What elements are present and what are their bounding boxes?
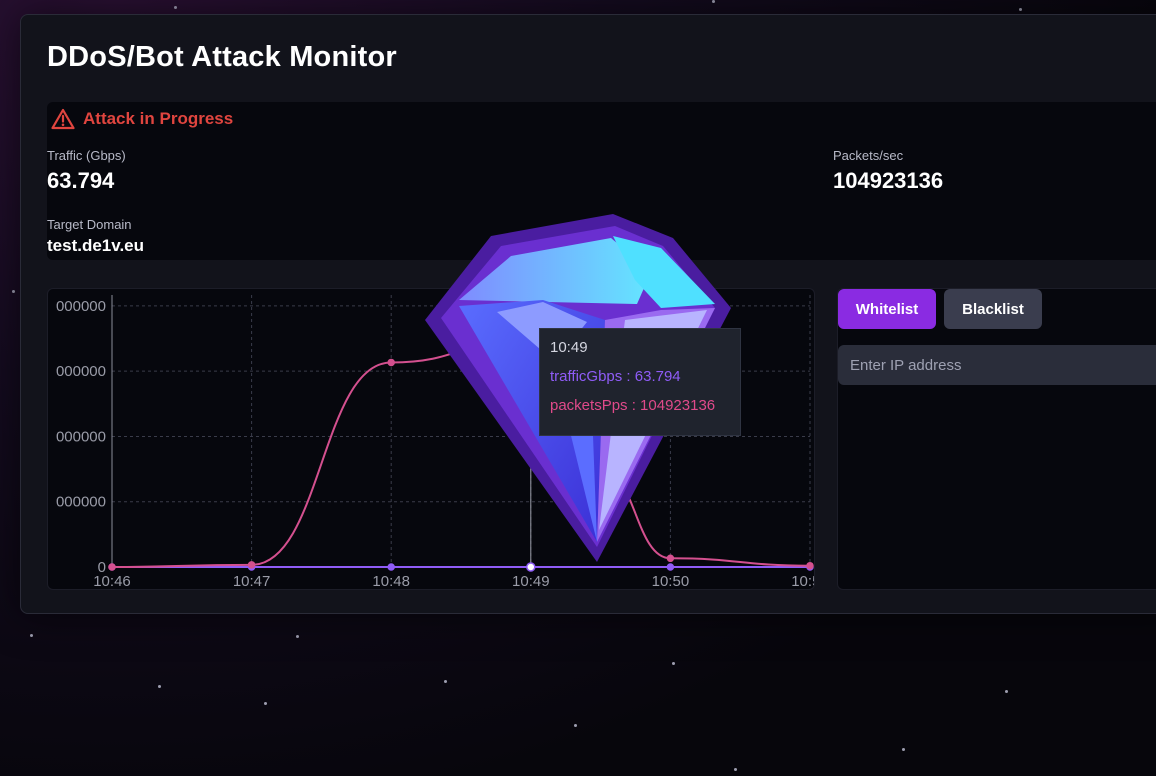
star xyxy=(158,685,161,688)
traffic-value: 63.794 xyxy=(47,168,115,193)
packets-value: 104923136 xyxy=(833,168,944,193)
chart-tooltip: 10:49 trafficGbps : 63.794 packetsPps : … xyxy=(539,328,741,436)
warning-icon xyxy=(51,108,75,130)
x-tick-label: 10:50 xyxy=(652,573,690,589)
attack-alert: Attack in Progress xyxy=(51,108,233,130)
domain-value: test.de1v.eu xyxy=(47,236,145,255)
page-title: DDoS/Bot Attack Monitor xyxy=(47,41,397,73)
traffic-label: Traffic (Gbps) xyxy=(47,148,126,163)
data-point-trafficGbps xyxy=(387,563,395,571)
x-tick-label: 10:49 xyxy=(512,573,550,589)
tooltip-traffic: trafficGbps : 63.794 xyxy=(550,368,681,385)
star xyxy=(12,290,15,293)
star xyxy=(734,768,737,771)
star xyxy=(264,702,267,705)
star xyxy=(672,662,675,665)
ip-list-panel: Whitelist Blacklist xyxy=(837,288,1156,590)
y-tick-label: 000000 xyxy=(56,428,106,445)
y-tick-label: 000000 xyxy=(56,298,106,315)
domain-label: Target Domain xyxy=(47,217,132,232)
star xyxy=(174,6,177,9)
x-tick-label: 10:48 xyxy=(372,573,410,589)
whitelist-button[interactable]: Whitelist xyxy=(838,289,936,329)
data-point-trafficGbps xyxy=(526,562,536,572)
ip-address-input[interactable] xyxy=(838,345,1156,385)
packets-label: Packets/sec xyxy=(833,148,904,163)
x-tick-label: 10:46 xyxy=(93,573,131,589)
x-tick-label: 10:51 xyxy=(791,573,814,589)
star xyxy=(574,724,577,727)
data-point-packetsPps xyxy=(247,561,256,569)
data-point-packetsPps xyxy=(806,561,814,570)
alert-text: Attack in Progress xyxy=(83,109,234,128)
data-point-packetsPps xyxy=(387,358,395,367)
star xyxy=(1019,8,1022,11)
y-tick-label: 000000 xyxy=(56,363,106,380)
y-tick-label: 000000 xyxy=(56,494,106,511)
tooltip-time: 10:49 xyxy=(550,339,588,356)
star xyxy=(30,634,33,637)
tooltip-packets: packetsPps : 104923136 xyxy=(550,397,716,414)
star xyxy=(296,635,299,638)
star xyxy=(1005,690,1008,693)
data-point-trafficGbps xyxy=(666,563,675,571)
x-tick-label: 10:47 xyxy=(233,573,271,589)
star xyxy=(444,680,447,683)
star xyxy=(712,0,715,3)
data-point-packetsPps xyxy=(108,563,116,571)
star xyxy=(902,748,905,751)
blacklist-button[interactable]: Blacklist xyxy=(944,289,1042,329)
